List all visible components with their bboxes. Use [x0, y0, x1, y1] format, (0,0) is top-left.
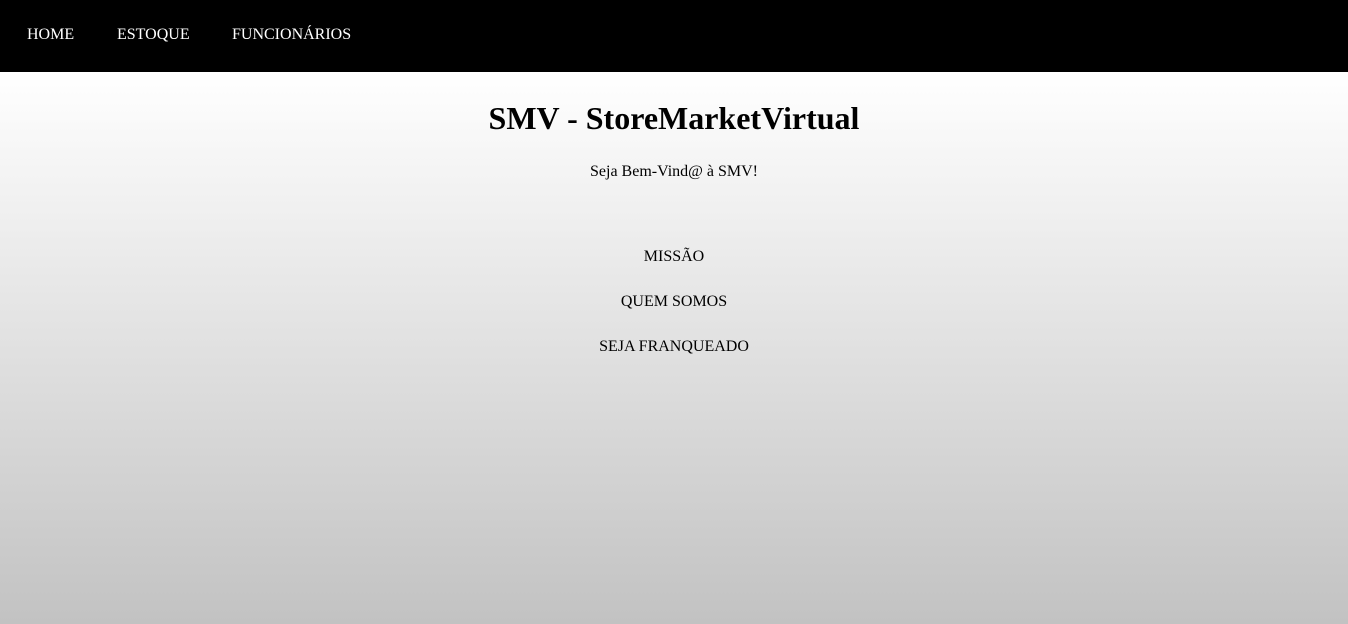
quem-somos-link[interactable]: QUEM SOMOS — [621, 293, 727, 310]
seja-franqueado-link[interactable]: SEJA FRANQUEADO — [599, 338, 749, 355]
menu-item-quem-somos: QUEM SOMOS — [0, 292, 1348, 312]
welcome-text: Seja Bem-Vind@ à SMV! — [590, 163, 758, 180]
missao-link[interactable]: MISSÃO — [644, 248, 704, 265]
menu-item-missao: MISSÃO — [0, 247, 1348, 267]
top-navbar: HOME ESTOQUE FUNCIONÁRIOS — [0, 0, 1348, 72]
nav-link-funcionarios[interactable]: FUNCIONÁRIOS — [232, 25, 351, 45]
page-title: SMV - StoreMarketVirtual — [488, 100, 860, 136]
menu-item-seja-franqueado: SEJA FRANQUEADO — [0, 337, 1348, 357]
nav-link-home[interactable]: HOME — [27, 25, 74, 45]
nav-link-estoque[interactable]: ESTOQUE — [117, 25, 190, 45]
